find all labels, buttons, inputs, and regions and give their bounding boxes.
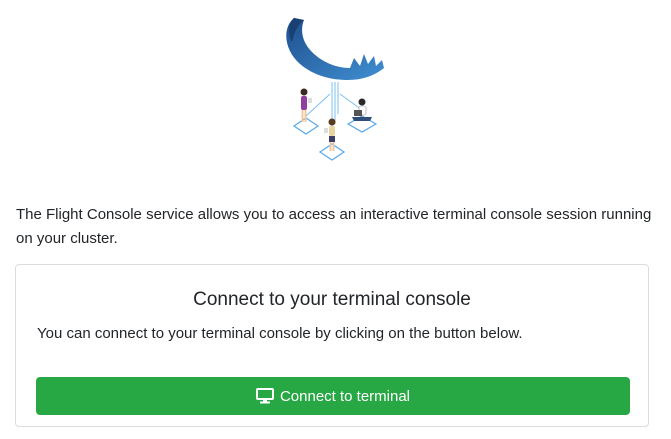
page: The Flight Console service allows you to…	[0, 0, 671, 439]
antler-shape	[286, 18, 384, 80]
connect-to-terminal-button[interactable]: Connect to terminal	[36, 377, 630, 415]
intro-text: The Flight Console service allows you to…	[16, 206, 652, 247]
card-description: You can connect to your terminal console…	[37, 325, 523, 342]
connect-button-label: Connect to terminal	[279, 387, 411, 405]
person-center	[324, 118, 336, 151]
connect-card: Connect to your terminal console You can…	[15, 264, 649, 427]
desktop-icon	[255, 388, 274, 404]
person-right	[352, 98, 372, 121]
card-title: Connect to your terminal console	[193, 289, 471, 310]
flight-console-illustration	[286, 18, 384, 161]
person-left	[300, 88, 312, 122]
